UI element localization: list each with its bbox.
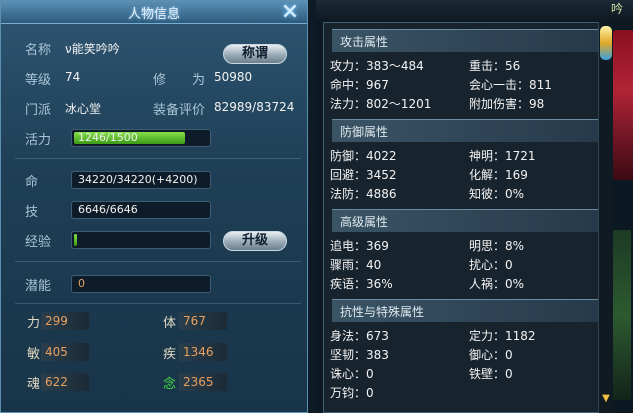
scroll-down-arrow-icon[interactable]: ▼ [601,394,611,404]
attr-cell: 会心一击：811 [469,78,552,92]
attr-cell: 明思：8% [469,239,525,253]
attribute-panel: 吟 攻击属性 攻力：383～484 重击：56 命中：967 会心一击：811 … [316,0,633,413]
strength-label: 力 [27,316,41,331]
attribute-list: 攻击属性 攻力：383～484 重击：56 命中：967 会心一击：811 法力… [323,22,606,413]
attr-cell: 回避：3452 [330,168,397,182]
agility-label: 敏 [27,347,41,362]
vitality-label: 活力 [25,133,52,148]
scrollbar-thumb[interactable] [600,26,612,60]
hp-field: 34220/34220(+4200) [71,171,211,189]
vitality-value: 1246/1500 [78,131,138,144]
mind-label: 念 [163,377,177,392]
upgrade-button[interactable]: 升级 [223,231,287,251]
character-name: ν能笑吟吟 [65,42,120,56]
panel-title: 人物信息 [127,7,180,22]
attr-cell: 追电：369 [330,239,389,253]
scrollbar-track[interactable] [598,22,613,413]
attr-cell: 诛心：0 [330,367,374,381]
constitution-value-box: 767 [179,312,227,330]
mind-value: 2365 [183,375,214,389]
section-title: 防御属性 [340,125,389,139]
gear-score-value: 82989/83724 [214,100,295,114]
level-label: 等级 [25,73,52,88]
attr-cell: 扰心：0 [469,258,513,272]
attr-cell: 万钧：0 [330,386,374,400]
attr-cell: 疾语：36% [330,277,393,291]
attr-cell: 神明：1721 [469,149,536,163]
cultivation-label: 修 为 [153,73,206,88]
agility-value: 405 [45,345,68,359]
sect-label: 门派 [25,103,52,118]
attr-cell: 附加伤害：98 [469,97,545,111]
cultivation-value: 50980 [214,70,253,84]
panel-title-bar[interactable]: 人物信息 [1,1,307,24]
attr-cell: 坚韧：383 [330,348,389,362]
soul-value-box: 622 [41,373,89,391]
strength-value-box: 299 [41,312,89,330]
attr-cell: 命中：967 [330,78,389,92]
constitution-label: 体 [163,316,177,331]
close-icon[interactable]: × [279,1,301,23]
attr-cell: 铁壁：0 [469,367,513,381]
divider [15,303,301,304]
attr-cell: 身法：673 [330,329,389,343]
soul-label: 魂 [27,377,41,392]
sect-value: 冰心堂 [65,102,102,116]
level-value: 74 [65,70,81,84]
attr-cell: 化解：169 [469,168,528,182]
background-decoration [613,230,631,400]
constitution-value: 767 [183,314,206,328]
section-header-defense: 防御属性 [332,119,604,142]
attr-cell: 骤雨：40 [330,258,382,272]
attr-cell: 知彼：0% [469,187,525,201]
name-label: 名称 [25,43,52,58]
hp-label: 命 [25,175,39,190]
divider [15,261,301,262]
section-header-resistance: 抗性与特殊属性 [332,299,604,322]
attr-cell: 攻力：383～484 [330,59,424,73]
character-info-panel: 人物信息 × 名称 ν能笑吟吟 称谓 等级 74 修 为 50980 门派 冰心… [0,0,308,413]
vitality-bar: 1246/1500 [71,129,211,147]
section-title: 抗性与特殊属性 [340,305,425,319]
top-decoration: 吟 [316,0,633,22]
attr-cell: 定力：1182 [469,329,536,343]
speed-label: 疾 [163,347,177,362]
skill-label: 技 [25,205,39,220]
divider [15,158,301,159]
section-header-attack: 攻击属性 [332,29,604,52]
agility-value-box: 405 [41,343,89,361]
title-button[interactable]: 称谓 [223,44,287,64]
skill-field: 6646/6646 [71,201,211,219]
background-decoration [611,30,633,180]
potential-field: 0 [71,275,211,293]
speed-value-box: 1346 [179,343,227,361]
strength-value: 299 [45,314,68,328]
section-title: 攻击属性 [340,35,389,49]
mind-value-box: 2365 [179,373,227,391]
gear-score-label: 装备评价 [153,103,206,118]
attr-cell: 人祸：0% [469,277,525,291]
partial-title-text: 吟 [610,2,623,16]
skill-value: 6646/6646 [78,203,138,216]
section-title: 高级属性 [340,215,389,229]
attr-cell: 防御：4022 [330,149,397,163]
exp-label: 经验 [25,235,52,250]
hp-value: 34220/34220(+4200) [78,173,198,186]
attr-cell: 法力：802～1201 [330,97,432,111]
exp-bar [71,231,211,249]
section-header-advanced: 高级属性 [332,209,604,232]
attr-cell: 御心：0 [469,348,513,362]
speed-value: 1346 [183,345,214,359]
attr-cell: 重击：56 [469,59,521,73]
potential-value: 0 [78,277,85,290]
soul-value: 622 [45,375,68,389]
potential-label: 潜能 [25,279,52,294]
attr-cell: 法防：4886 [330,187,397,201]
exp-bar-fill [74,234,77,246]
